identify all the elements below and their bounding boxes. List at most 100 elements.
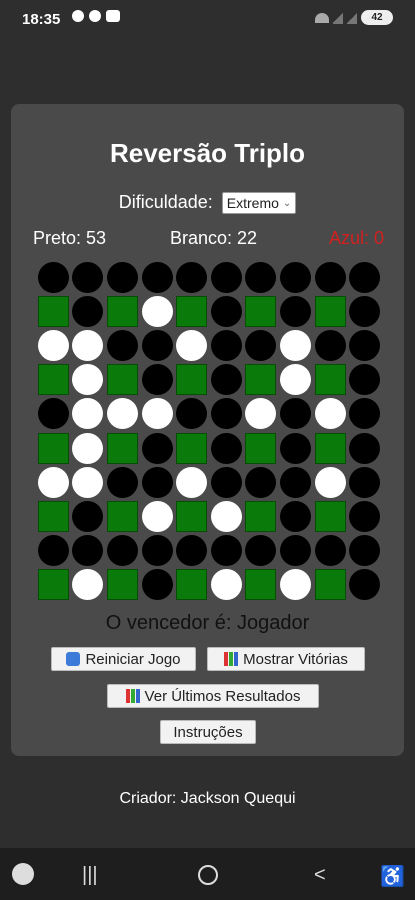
board-cell[interactable] — [209, 431, 244, 465]
board-cell[interactable] — [71, 328, 106, 362]
board-cell[interactable] — [140, 328, 175, 362]
board-cell[interactable] — [278, 260, 313, 294]
board-cell[interactable] — [174, 568, 209, 602]
board-cell[interactable] — [209, 397, 244, 431]
board-cell[interactable] — [174, 499, 209, 533]
board-cell[interactable] — [278, 534, 313, 568]
board-cell[interactable] — [347, 568, 382, 602]
board-cell[interactable] — [347, 534, 382, 568]
board-cell[interactable] — [313, 328, 348, 362]
board-cell[interactable] — [71, 568, 106, 602]
board-cell[interactable] — [140, 363, 175, 397]
board-cell[interactable] — [244, 499, 279, 533]
board-cell[interactable] — [347, 465, 382, 499]
difficulty-select[interactable]: Extremo ⌄ — [221, 192, 297, 215]
board-cell[interactable] — [209, 465, 244, 499]
board-cell[interactable] — [209, 328, 244, 362]
board-cell[interactable] — [140, 294, 175, 328]
board-cell[interactable] — [244, 465, 279, 499]
board-cell[interactable] — [105, 397, 140, 431]
board-cell[interactable] — [140, 534, 175, 568]
board-cell[interactable] — [313, 294, 348, 328]
board-cell[interactable] — [347, 431, 382, 465]
board-cell[interactable] — [71, 363, 106, 397]
board-cell[interactable] — [36, 260, 71, 294]
board-cell[interactable] — [313, 397, 348, 431]
board-cell[interactable] — [209, 499, 244, 533]
board-cell[interactable] — [36, 431, 71, 465]
board-cell[interactable] — [313, 465, 348, 499]
board-cell[interactable] — [36, 363, 71, 397]
board-cell[interactable] — [71, 499, 106, 533]
board-cell[interactable] — [71, 294, 106, 328]
board-cell[interactable] — [36, 397, 71, 431]
board-cell[interactable] — [209, 568, 244, 602]
home-icon[interactable] — [198, 865, 218, 885]
board-cell[interactable] — [36, 294, 71, 328]
board-cell[interactable] — [36, 465, 71, 499]
board-cell[interactable] — [140, 568, 175, 602]
board-cell[interactable] — [313, 260, 348, 294]
board-cell[interactable] — [174, 534, 209, 568]
board-cell[interactable] — [174, 431, 209, 465]
board-cell[interactable] — [347, 260, 382, 294]
board-cell[interactable] — [105, 568, 140, 602]
board-cell[interactable] — [105, 499, 140, 533]
board-cell[interactable] — [278, 465, 313, 499]
board-cell[interactable] — [174, 363, 209, 397]
board-cell[interactable] — [244, 397, 279, 431]
board-cell[interactable] — [140, 465, 175, 499]
instructions-button[interactable]: Instruções — [160, 720, 256, 744]
board-cell[interactable] — [209, 534, 244, 568]
board-cell[interactable] — [244, 431, 279, 465]
board-cell[interactable] — [140, 397, 175, 431]
board-cell[interactable] — [36, 568, 71, 602]
board-cell[interactable] — [313, 431, 348, 465]
game-launcher-icon[interactable] — [12, 863, 34, 885]
board-cell[interactable] — [71, 431, 106, 465]
board-cell[interactable] — [105, 328, 140, 362]
board-cell[interactable] — [313, 534, 348, 568]
board-cell[interactable] — [278, 397, 313, 431]
board-cell[interactable] — [347, 328, 382, 362]
back-icon[interactable]: < — [314, 864, 326, 887]
restart-button[interactable]: Reiniciar Jogo — [51, 647, 196, 671]
board-cell[interactable] — [278, 431, 313, 465]
board-cell[interactable] — [71, 260, 106, 294]
board-cell[interactable] — [244, 328, 279, 362]
show-wins-button[interactable]: Mostrar Vitórias — [207, 647, 365, 671]
board-cell[interactable] — [244, 294, 279, 328]
board-cell[interactable] — [140, 260, 175, 294]
board-cell[interactable] — [244, 568, 279, 602]
board-cell[interactable] — [105, 534, 140, 568]
board-cell[interactable] — [105, 465, 140, 499]
board-cell[interactable] — [174, 328, 209, 362]
board-cell[interactable] — [71, 397, 106, 431]
board-cell[interactable] — [105, 294, 140, 328]
board-cell[interactable] — [278, 294, 313, 328]
board-cell[interactable] — [347, 363, 382, 397]
board-cell[interactable] — [278, 499, 313, 533]
board-cell[interactable] — [36, 534, 71, 568]
last-results-button[interactable]: Ver Últimos Resultados — [107, 684, 319, 708]
board-cell[interactable] — [140, 499, 175, 533]
board-cell[interactable] — [209, 294, 244, 328]
board-cell[interactable] — [36, 328, 71, 362]
board-cell[interactable] — [71, 465, 106, 499]
board-cell[interactable] — [209, 363, 244, 397]
board-cell[interactable] — [244, 260, 279, 294]
board-cell[interactable] — [105, 260, 140, 294]
board-cell[interactable] — [244, 363, 279, 397]
board-cell[interactable] — [174, 465, 209, 499]
board-cell[interactable] — [313, 499, 348, 533]
board-cell[interactable] — [209, 260, 244, 294]
board-cell[interactable] — [105, 431, 140, 465]
board-cell[interactable] — [347, 397, 382, 431]
board-cell[interactable] — [278, 568, 313, 602]
board-cell[interactable] — [174, 294, 209, 328]
board-cell[interactable] — [244, 534, 279, 568]
board-cell[interactable] — [347, 294, 382, 328]
board-cell[interactable] — [313, 363, 348, 397]
board-cell[interactable] — [347, 499, 382, 533]
board-cell[interactable] — [36, 499, 71, 533]
